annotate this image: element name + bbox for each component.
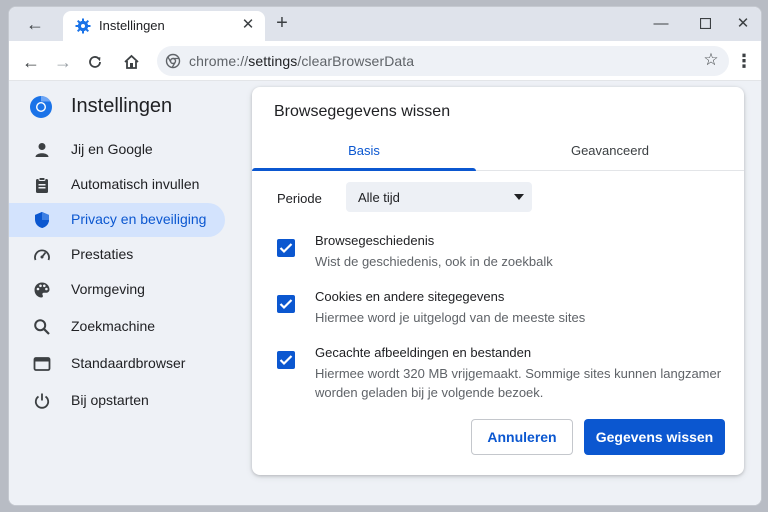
reload-icon[interactable] [83,50,107,74]
tab-search-back-icon[interactable]: ← [23,13,47,37]
close-window-icon[interactable]: ✕ [731,13,755,35]
clipboard-icon [36,177,48,193]
period-label: Periode [277,191,322,206]
sidebar-item-search-engine[interactable]: Zoekmachine [9,310,225,344]
new-tab-plus-icon[interactable]: + [271,13,293,35]
search-icon [34,319,50,335]
chrome-logo-icon [30,96,52,118]
address-bar[interactable]: chrome://settings/clearBrowserData ☆ [157,46,729,76]
period-select-value: Alle tijd [358,190,400,205]
bookmark-star-icon[interactable]: ☆ [701,50,721,70]
browser-window: ← Instellingen ✕ + — ✕ ← → chrome://sett… [8,6,762,506]
minimize-icon[interactable]: — [649,13,673,35]
checkmark-icon [279,355,293,366]
cancel-button[interactable]: Annuleren [471,419,573,455]
sidebar-item-performance[interactable]: Prestaties [9,238,225,272]
tab-settings[interactable]: Instellingen ✕ [63,11,265,41]
power-icon [34,393,50,409]
sidebar-item-you-and-google[interactable]: Jij en Google [9,133,225,167]
tab-basic[interactable]: Basis [252,137,476,171]
dropdown-caret-icon [514,194,524,200]
option-description: Hiermee wordt 320 MB vrijgemaakt. Sommig… [315,366,722,400]
cookies-checkbox[interactable] [277,295,295,313]
maximize-icon[interactable] [693,13,717,35]
period-select[interactable]: Alle tijd [346,182,532,212]
speedometer-icon [34,249,50,261]
clear-data-button[interactable]: Gegevens wissen [584,419,725,455]
checkmark-icon [279,299,293,310]
shield-icon [35,212,49,228]
dialog-tabs: Basis Geavanceerd [252,137,744,171]
option-title: Browsegeschiedenis [315,233,435,248]
browser-window-icon [33,357,51,371]
checkmark-icon [279,243,293,254]
option-title: Cookies en andere sitegegevens [315,289,505,304]
url-text: chrome://settings/clearBrowserData [189,53,415,69]
clear-browsing-data-dialog: Browsegegevens wissen Basis Geavanceerd … [252,87,744,475]
active-tab-indicator [252,168,476,171]
dialog-title: Browsegegevens wissen [274,103,451,120]
sidebar-item-autofill[interactable]: Automatisch invullen [9,168,225,202]
forward-arrow-icon[interactable]: → [51,50,75,74]
kebab-menu-icon[interactable]: ⋮ [735,50,753,74]
tab-advanced[interactable]: Geavanceerd [498,137,722,171]
option-description: Hiermee word je uitgelogd van de meeste … [315,310,586,325]
option-title: Gecachte afbeeldingen en bestanden [315,345,532,360]
person-icon [35,143,49,157]
sidebar-item-privacy-security[interactable]: Privacy en beveiliging [9,203,225,237]
sidebar-item-on-startup[interactable]: Bij opstarten [9,384,225,418]
settings-page: Instellingen Jij en Google Automatisch i… [9,81,761,505]
sidebar-item-default-browser[interactable]: Standaardbrowser [9,347,225,381]
settings-title: Instellingen [71,95,173,117]
palette-icon [34,282,50,298]
sidebar-item-appearance[interactable]: Vormgeving [9,273,225,307]
back-arrow-icon[interactable]: ← [19,50,43,74]
toolbar: ← → chrome://settings/clearBrowserData ☆… [9,41,761,81]
home-icon[interactable] [119,50,143,74]
close-tab-icon[interactable]: ✕ [239,16,257,34]
chrome-site-icon [165,53,181,69]
option-description: Wist de geschiedenis, ook in de zoekbalk [315,254,553,269]
browsing-history-checkbox[interactable] [277,239,295,257]
tab-title: Instellingen [99,18,165,33]
gear-icon [75,18,91,34]
cached-images-checkbox[interactable] [277,351,295,369]
title-bar: ← Instellingen ✕ + — ✕ [9,7,761,41]
